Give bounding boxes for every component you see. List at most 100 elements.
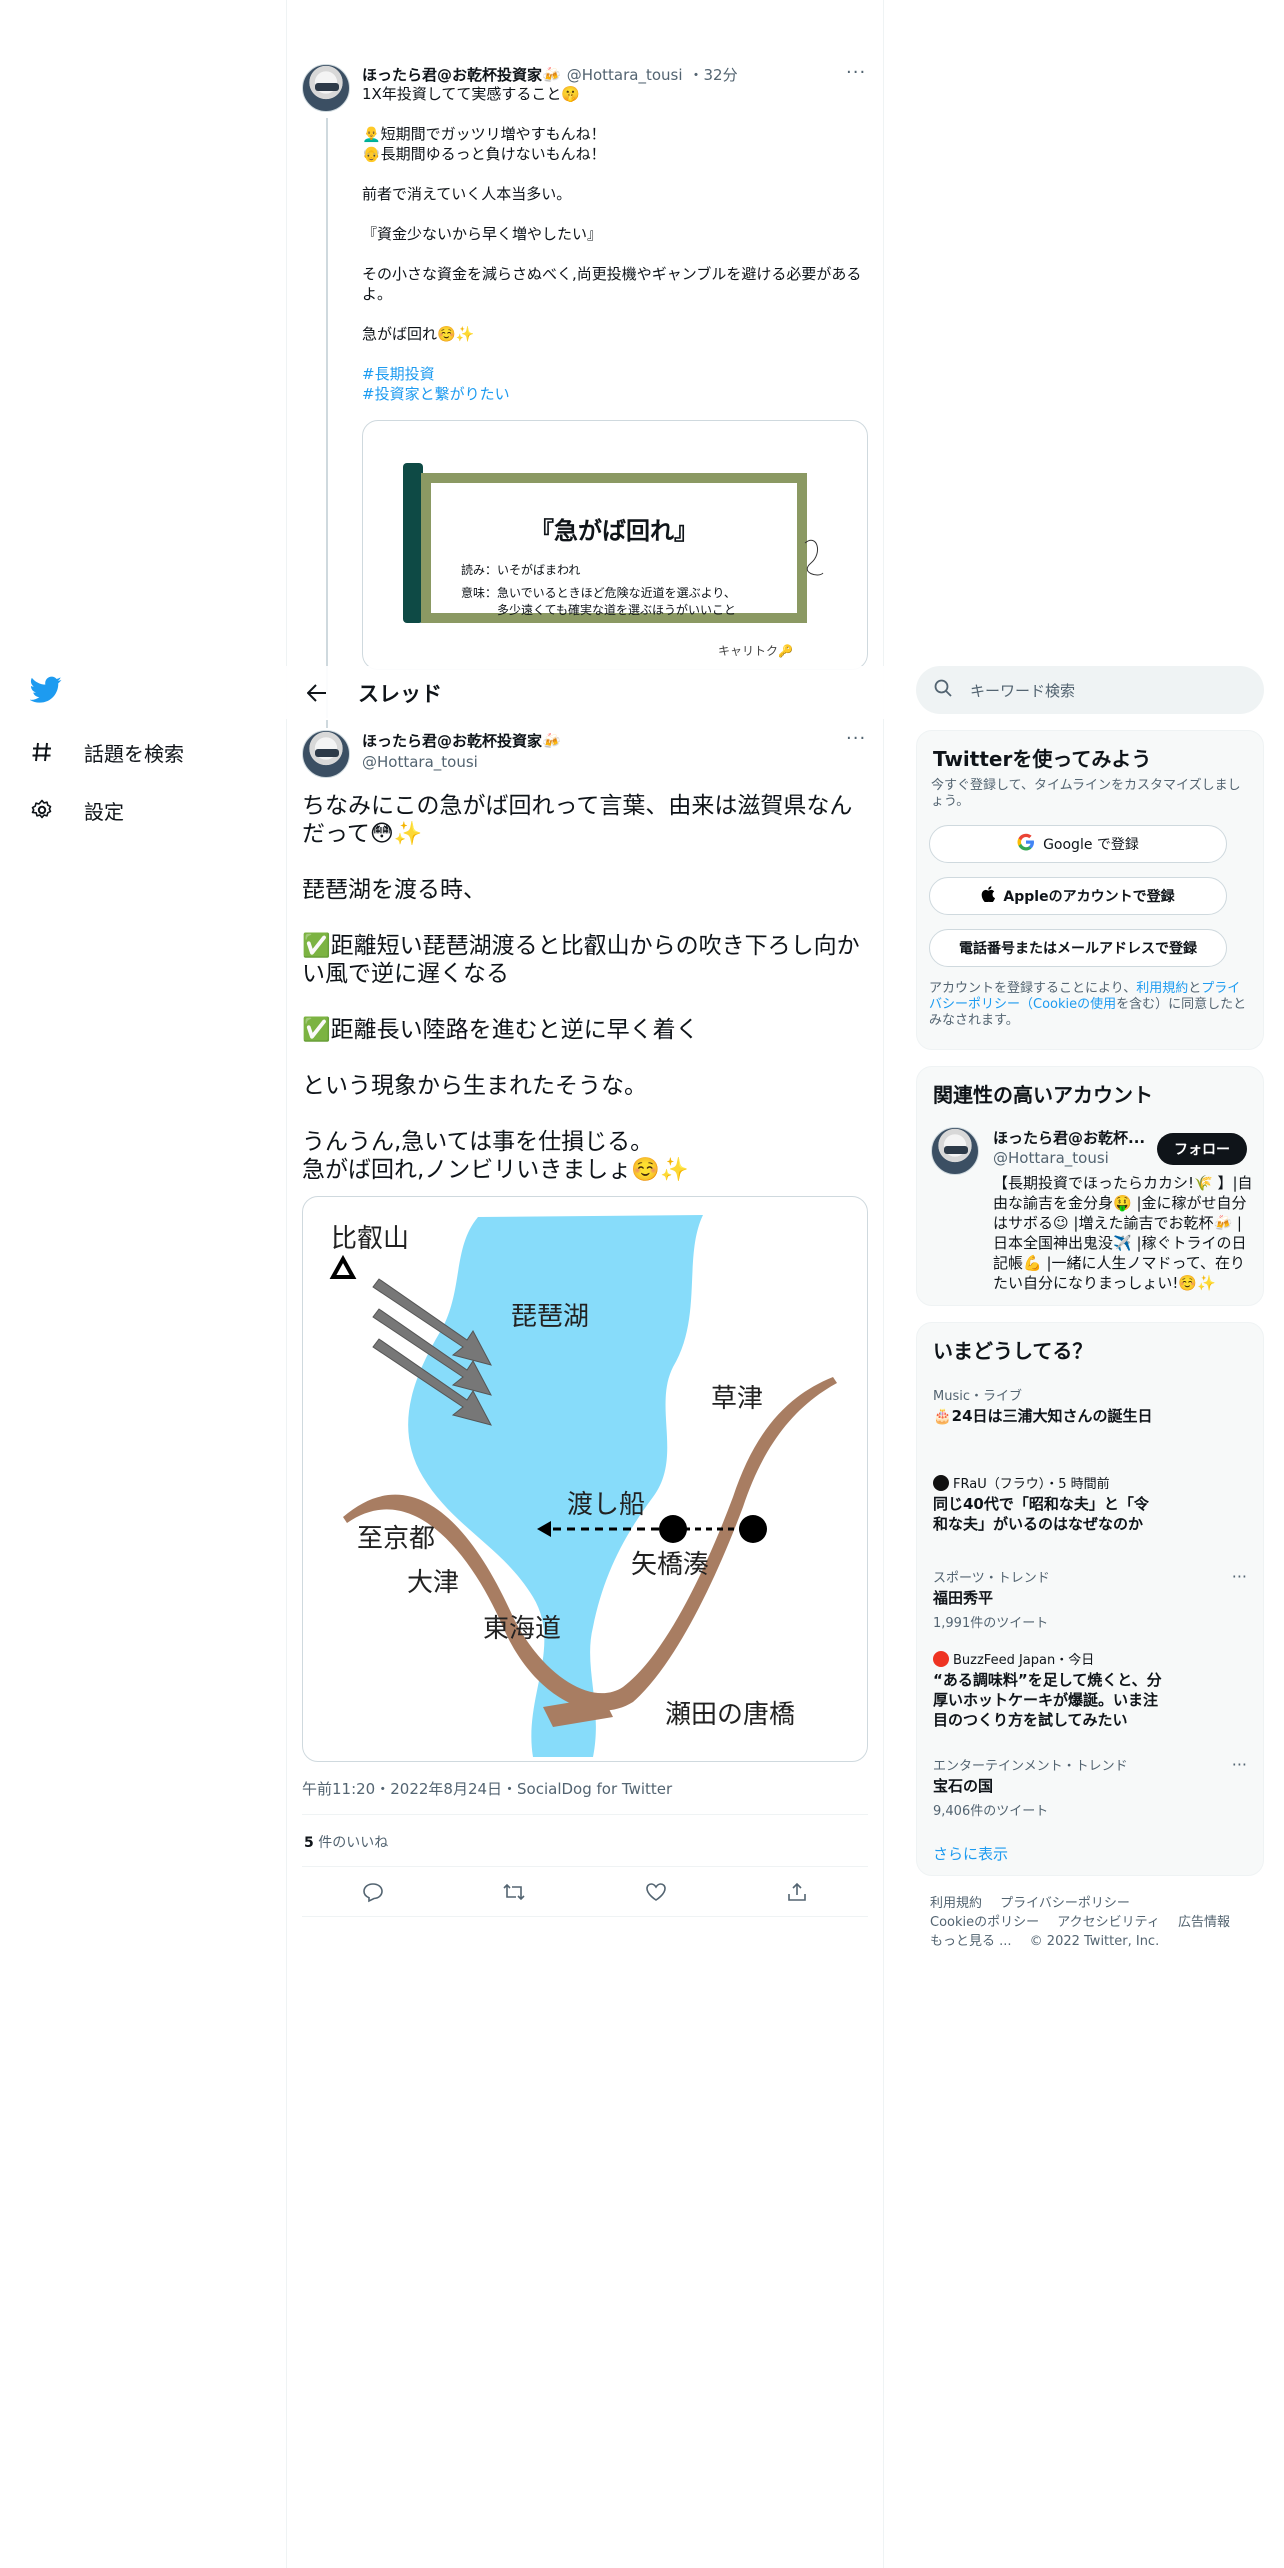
- trend-item[interactable]: スポーツ・トレンド 福田秀平 1,991件のツイート: [933, 1567, 1253, 1631]
- phone-signup-label: 電話番号またはメールアドレスで登録: [959, 941, 1197, 957]
- main-tweet-header: ほったら君@お乾杯投資家🍻 @Hottara_tousi: [362, 730, 842, 771]
- footer-link[interactable]: プライバシーポリシー: [1000, 1896, 1130, 1911]
- back-arrow-icon[interactable]: [302, 678, 332, 708]
- map-label-ferry: 渡し船: [567, 1490, 645, 1520]
- signup-terms: アカウントを登録することにより、利用規約とプライバシーポリシー（Cookieの使…: [929, 981, 1249, 1029]
- map-label-otsu: 大津: [407, 1568, 459, 1598]
- map-label-karahashi: 瀬田の唐橋: [665, 1700, 795, 1730]
- follow-button[interactable]: フォロー: [1157, 1133, 1247, 1165]
- map-label-lake: 琵琶湖: [511, 1302, 589, 1332]
- author-handle[interactable]: @Hottara_tousi: [567, 66, 683, 84]
- scroll-frame: 『急がば回れ』 読み：いそがばまわれ 意味：急いでいるときほど危険な近道を選ぶよ…: [421, 473, 807, 623]
- search-box[interactable]: キーワード検索: [916, 666, 1264, 714]
- trend-item[interactable]: FRaU（フラウ）・5 時間前 同じ40代で「昭和な夫」と「令和な夫」がいるのは…: [933, 1473, 1253, 1534]
- trend-title: 福田秀平: [933, 1589, 994, 1607]
- main-tweet-image[interactable]: 比叡山 琵琶湖 草津 渡し船 矢橋湊 至京都 大津 東海道 瀬田の唐橋: [302, 1196, 868, 1762]
- divider: [302, 1916, 868, 1917]
- card-brand: キャリトク🔑: [718, 644, 793, 658]
- port-dot: [739, 1515, 767, 1543]
- scroll-illustration: 『急がば回れ』 読み：いそがばまわれ 意味：急いでいるときほど危険な近道を選ぶよ…: [403, 463, 824, 623]
- thread-connector-line: [326, 720, 328, 728]
- tweet-actions: [302, 1878, 868, 1906]
- avatar[interactable]: [302, 730, 350, 778]
- likes-label: 件のいいね: [313, 1835, 389, 1851]
- apple-icon: [981, 886, 996, 906]
- terms-link[interactable]: 利用規約: [1136, 981, 1188, 996]
- trend-context: BuzzFeed Japan・今日: [953, 1653, 1095, 1668]
- footer-link[interactable]: アクセシビリティ: [1057, 1915, 1160, 1930]
- scroll-string-icon: [804, 540, 824, 576]
- parent-tweet-header: ほったら君@お乾杯投資家🍻 @Hottara_tousi ・32分: [362, 64, 872, 85]
- google-signup-label: Google で登録: [1043, 837, 1139, 853]
- footer-link[interactable]: もっと見る ...: [930, 1934, 1012, 1949]
- nav-item-label: 設定: [84, 799, 124, 824]
- tweet-time[interactable]: ・32分: [689, 64, 738, 85]
- reply-icon[interactable]: [359, 1878, 387, 1906]
- more-options-icon[interactable]: ···: [846, 728, 866, 749]
- related-bio: 【長期投資でほったらカカシ!🌾 】|自由な諭吉を金分身🤑 |金に稼がせ自分はサボ…: [993, 1174, 1253, 1292]
- more-options-icon[interactable]: ···: [1232, 1567, 1247, 1586]
- signup-panel: Twitterを使ってみよう 今すぐ登録して、タイムラインをカスタマイズしましょ…: [916, 730, 1264, 1050]
- like-icon[interactable]: [642, 1878, 670, 1906]
- trend-context: エンターテインメント・トレンド: [933, 1759, 1128, 1774]
- avatar[interactable]: [931, 1127, 979, 1175]
- more-options-icon[interactable]: ···: [1232, 1755, 1247, 1774]
- publisher-logo-icon: [933, 1474, 949, 1491]
- map-label-kusatsu: 草津: [711, 1384, 763, 1414]
- search-icon: [934, 679, 952, 701]
- trend-title: 🎂24日は三浦大知さんの誕生日: [933, 1407, 1153, 1425]
- twitter-logo-icon[interactable]: [29, 676, 64, 710]
- share-icon[interactable]: [783, 1878, 811, 1906]
- avatar[interactable]: [302, 64, 350, 112]
- divider: [302, 1814, 868, 1815]
- gear-icon: [30, 798, 54, 822]
- thread-connector-line: [326, 118, 328, 718]
- footer-link[interactable]: Cookieのポリシー: [930, 1915, 1039, 1930]
- footer-link[interactable]: 利用規約: [930, 1896, 982, 1911]
- parent-tweet-text: 1X年投資してて実感すること🤫 👨‍🦲短期間でガッツリ増やすもんね！ 👴長期間ゆ…: [362, 85, 862, 343]
- trend-item[interactable]: エンターテインメント・トレンド 宝石の国 9,406件のツイート: [933, 1755, 1253, 1819]
- more-options-icon[interactable]: ···: [846, 62, 866, 83]
- apple-signup-label: Appleのアカウントで登録: [1003, 889, 1175, 905]
- related-handle[interactable]: @Hottara_tousi: [993, 1149, 1109, 1167]
- divider: [302, 1866, 868, 1867]
- show-more-link[interactable]: さらに表示: [933, 1843, 1008, 1864]
- retweet-icon[interactable]: [500, 1878, 528, 1906]
- hashtag-link[interactable]: #投資家と繋がりたい: [362, 384, 870, 404]
- trend-item[interactable]: BuzzFeed Japan・今日 “ある調味料”を足して焼くと、分厚いホットケ…: [933, 1649, 1253, 1730]
- author-handle[interactable]: @Hottara_tousi: [362, 753, 842, 771]
- card-reading: 読み：いそがばまわれ: [461, 563, 581, 577]
- footer-links: 利用規約 プライバシーポリシー Cookieのポリシー アクセシビリティ 広告情…: [930, 1894, 1250, 1951]
- hashtag-link[interactable]: #長期投資: [362, 364, 870, 384]
- trend-title: 宝石の国: [933, 1777, 994, 1795]
- related-accounts-panel: 関連性の高いアカウント ほったら君@お乾杯... @Hottara_tousi …: [916, 1066, 1264, 1306]
- google-signup-button[interactable]: Google で登録: [929, 825, 1227, 863]
- nav-item-label: 話題を検索: [84, 741, 184, 766]
- phone-email-signup-button[interactable]: 電話番号またはメールアドレスで登録: [929, 929, 1227, 967]
- trend-title: “ある調味料”を足して焼くと、分厚いホットケーキが爆誕。いま注目のつくり方を試し…: [933, 1671, 1162, 1729]
- trend-item[interactable]: Music・ライブ 🎂24日は三浦大知さんの誕生日: [933, 1385, 1253, 1426]
- map-label-mountain: 比叡山: [331, 1224, 409, 1254]
- biwa-lake-map: 比叡山 琵琶湖 草津 渡し船 矢橋湊 至京都 大津 東海道 瀬田の唐橋: [329, 1215, 837, 1757]
- footer-link[interactable]: 広告情報: [1178, 1915, 1230, 1930]
- hashtag-icon: [30, 740, 54, 764]
- apple-signup-button[interactable]: Appleのアカウントで登録: [929, 877, 1227, 915]
- related-name[interactable]: ほったら君@お乾杯...: [993, 1127, 1153, 1148]
- nav-item-explore[interactable]: 話題を検索: [30, 732, 184, 772]
- mountain-icon: [329, 1254, 357, 1279]
- author-name[interactable]: ほったら君@お乾杯投資家🍻: [362, 730, 842, 751]
- trends-title: いまどうしてる？: [933, 1339, 1093, 1363]
- tweet-metadata: 午前11:20・2022年8月24日・SocialDog for Twitter: [302, 1780, 673, 1798]
- trend-title: 同じ40代で「昭和な夫」と「令和な夫」がいるのはなぜなのか: [933, 1495, 1149, 1533]
- related-title: 関連性の高いアカウント: [933, 1083, 1153, 1107]
- likes-stat[interactable]: 5 件のいいね: [304, 1832, 388, 1852]
- trends-panel: いまどうしてる？ Music・ライブ 🎂24日は三浦大知さんの誕生日 FRaU（…: [916, 1322, 1264, 1876]
- nav-item-settings[interactable]: 設定: [30, 790, 124, 830]
- author-name[interactable]: ほったら君@お乾杯投資家🍻: [362, 64, 561, 85]
- map-label-yabase: 矢橋湊: [631, 1550, 709, 1580]
- parent-tweet-body: 1X年投資してて実感すること🤫 👨‍🦲短期間でガッツリ増やすもんね！ 👴長期間ゆ…: [362, 84, 870, 404]
- parent-tweet-image[interactable]: 『急がば回れ』 読み：いそがばまわれ 意味：急いでいるときほど危険な近道を選ぶよ…: [362, 420, 868, 670]
- search-input[interactable]: キーワード検索: [970, 680, 1075, 701]
- card-meaning: 意味：急いでいるときほど危険な近道を選ぶより、 多少遠くても確実な道を選ぶほうが…: [461, 586, 737, 617]
- trend-context: Music・ライブ: [933, 1389, 1022, 1404]
